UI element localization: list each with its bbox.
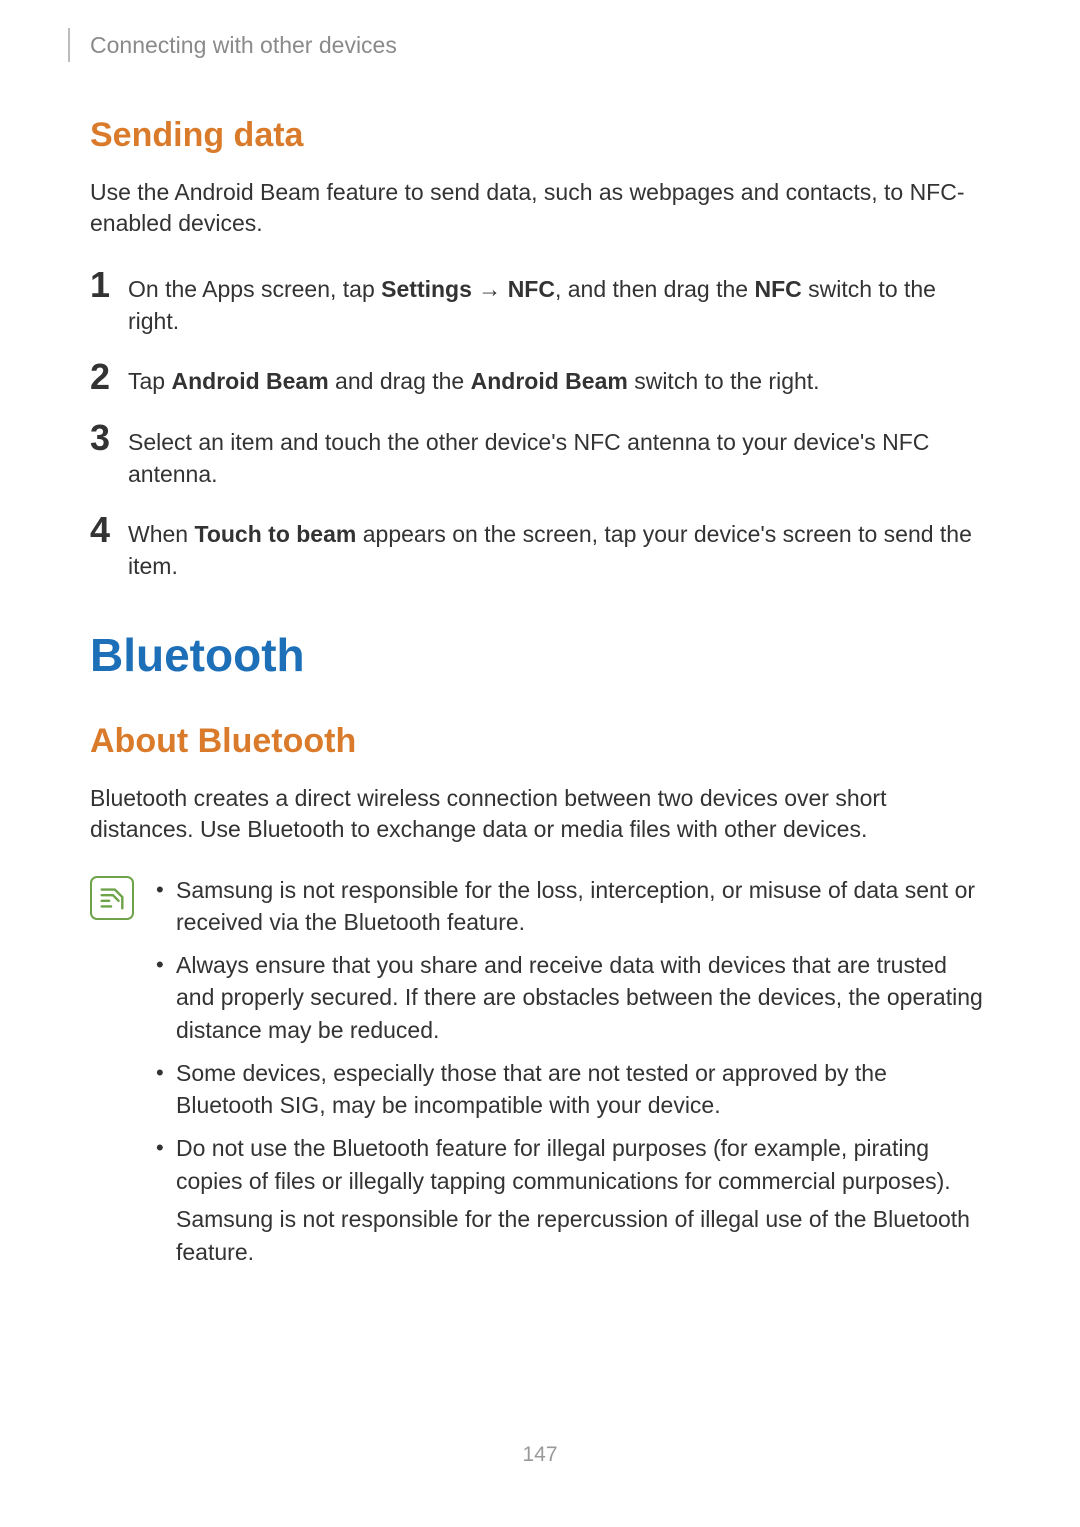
step-number: 1 — [90, 267, 128, 303]
note-extra: Samsung is not responsible for the reper… — [176, 1203, 990, 1268]
step-list: 1 On the Apps screen, tap Settings → NFC… — [90, 267, 990, 582]
section-title-about-bluetooth: About Bluetooth — [90, 722, 990, 761]
page-number: 147 — [0, 1443, 1080, 1467]
main-title-bluetooth: Bluetooth — [90, 628, 990, 682]
step-number: 3 — [90, 420, 128, 456]
about-bluetooth-body: Bluetooth creates a direct wireless conn… — [90, 783, 990, 845]
step-item: 4 When Touch to beam appears on the scre… — [90, 512, 990, 582]
breadcrumb: Connecting with other devices — [68, 28, 990, 62]
step-item: 2 Tap Android Beam and drag the Android … — [90, 359, 990, 397]
note-icon — [90, 876, 134, 920]
step-text: When Touch to beam appears on the screen… — [128, 516, 990, 582]
note-item: Always ensure that you share and receive… — [152, 949, 990, 1047]
note-block: Samsung is not responsible for the loss,… — [90, 874, 990, 1279]
step-text: Select an item and touch the other devic… — [128, 424, 990, 490]
step-number: 4 — [90, 512, 128, 548]
step-number: 2 — [90, 359, 128, 395]
note-item: Do not use the Bluetooth feature for ill… — [152, 1132, 990, 1269]
sending-data-intro: Use the Android Beam feature to send dat… — [90, 177, 990, 239]
step-item: 3 Select an item and touch the other dev… — [90, 420, 990, 490]
note-item: Some devices, especially those that are … — [152, 1057, 990, 1122]
step-text: Tap Android Beam and drag the Android Be… — [128, 363, 820, 397]
step-text: On the Apps screen, tap Settings → NFC, … — [128, 271, 990, 337]
note-item: Samsung is not responsible for the loss,… — [152, 874, 990, 939]
step-item: 1 On the Apps screen, tap Settings → NFC… — [90, 267, 990, 337]
section-title-sending-data: Sending data — [90, 116, 990, 155]
note-list: Samsung is not responsible for the loss,… — [152, 874, 990, 1279]
